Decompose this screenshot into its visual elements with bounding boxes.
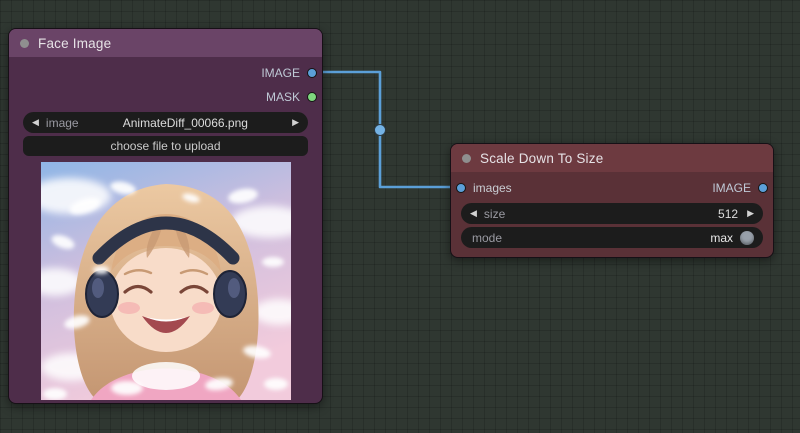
output-port-mask[interactable] — [307, 92, 317, 102]
io-row: images IMAGE — [451, 176, 773, 200]
image-combo-widget[interactable]: ◀ image AnimateDiff_00066.png ▶ — [23, 112, 308, 133]
mode-label: mode — [472, 230, 503, 245]
combo-value: AnimateDiff_00066.png — [122, 115, 248, 130]
anime-portrait-illustration — [40, 162, 291, 400]
mode-value: max — [710, 230, 733, 245]
mode-toggle-widget[interactable]: mode max — [461, 227, 763, 248]
node-face-image[interactable]: Face Image IMAGE MASK ◀ image AnimateDif… — [8, 28, 323, 404]
output-label-image: IMAGE — [712, 181, 751, 195]
node-face-titlebar[interactable]: Face Image — [9, 29, 322, 57]
output-port-image[interactable] — [307, 68, 317, 78]
size-decrement-arrow-icon[interactable]: ◀ — [470, 209, 477, 218]
node-scale-down-to-size[interactable]: Scale Down To Size images IMAGE ◀ size 5… — [450, 143, 774, 258]
combo-label: image — [45, 115, 79, 130]
output-image: IMAGE — [712, 181, 768, 195]
choose-file-button[interactable]: choose file to upload — [23, 136, 308, 156]
output-label-image: IMAGE — [261, 66, 300, 80]
size-number-widget[interactable]: ◀ size 512 ▶ — [461, 203, 763, 224]
size-increment-arrow-icon[interactable]: ▶ — [747, 209, 754, 218]
node-title: Face Image — [38, 35, 112, 51]
node-graph-canvas[interactable]: Face Image IMAGE MASK ◀ image AnimateDif… — [0, 0, 800, 433]
combo-prev-arrow-icon[interactable]: ◀ — [32, 118, 39, 127]
collapse-dot[interactable] — [20, 38, 29, 48]
mode-toggle-knob-icon[interactable] — [740, 230, 754, 245]
input-label-images: images — [473, 181, 512, 195]
output-row-mask: MASK — [9, 85, 322, 109]
face-image-preview — [40, 162, 291, 400]
combo-next-arrow-icon[interactable]: ▶ — [292, 118, 299, 127]
collapse-dot[interactable] — [462, 153, 471, 163]
input-images: images — [456, 181, 512, 195]
input-port-images[interactable] — [456, 183, 466, 193]
output-row-image: IMAGE — [9, 61, 322, 85]
size-value: 512 — [718, 206, 739, 221]
output-label-mask: MASK — [265, 90, 300, 104]
node-title: Scale Down To Size — [480, 150, 604, 166]
node-scale-titlebar[interactable]: Scale Down To Size — [451, 144, 773, 172]
link-midpoint-dot[interactable] — [374, 124, 386, 136]
output-port-image[interactable] — [758, 183, 768, 193]
size-label: size — [483, 206, 506, 221]
